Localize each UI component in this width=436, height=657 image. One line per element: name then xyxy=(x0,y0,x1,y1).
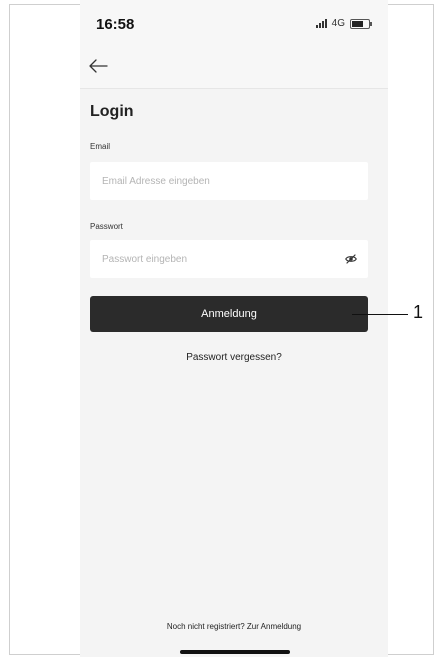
register-link[interactable]: Noch nicht registriert? Zur Anmeldung xyxy=(167,622,301,631)
callout-line xyxy=(352,314,408,315)
nav-bar xyxy=(80,44,388,89)
login-button[interactable]: Anmeldung xyxy=(90,296,368,332)
eye-hidden-icon[interactable] xyxy=(344,252,358,266)
email-label: Email xyxy=(90,142,111,151)
email-field[interactable] xyxy=(100,174,358,188)
status-bar: 16:58 4G xyxy=(80,0,388,44)
callout-number: 1 xyxy=(413,302,424,322)
status-time: 16:58 xyxy=(96,16,135,33)
register-prompt: Noch nicht registriert? Zur Anmeldung xyxy=(80,622,388,631)
battery-icon xyxy=(350,18,372,29)
phone-screen: 16:58 4G Login Email Passwort Anmeldung … xyxy=(80,0,388,657)
status-indicators: 4G xyxy=(315,18,372,29)
email-field-container xyxy=(90,162,368,200)
home-indicator xyxy=(180,650,290,654)
page-title: Login xyxy=(90,103,134,120)
signal-icon xyxy=(315,19,327,28)
network-type: 4G xyxy=(331,18,345,29)
password-field-container xyxy=(90,240,368,278)
arrow-left-icon[interactable] xyxy=(86,54,110,78)
forgot-password-link[interactable]: Passwort vergessen? xyxy=(80,352,388,363)
password-field[interactable] xyxy=(100,252,344,266)
password-label: Passwort xyxy=(90,222,123,231)
